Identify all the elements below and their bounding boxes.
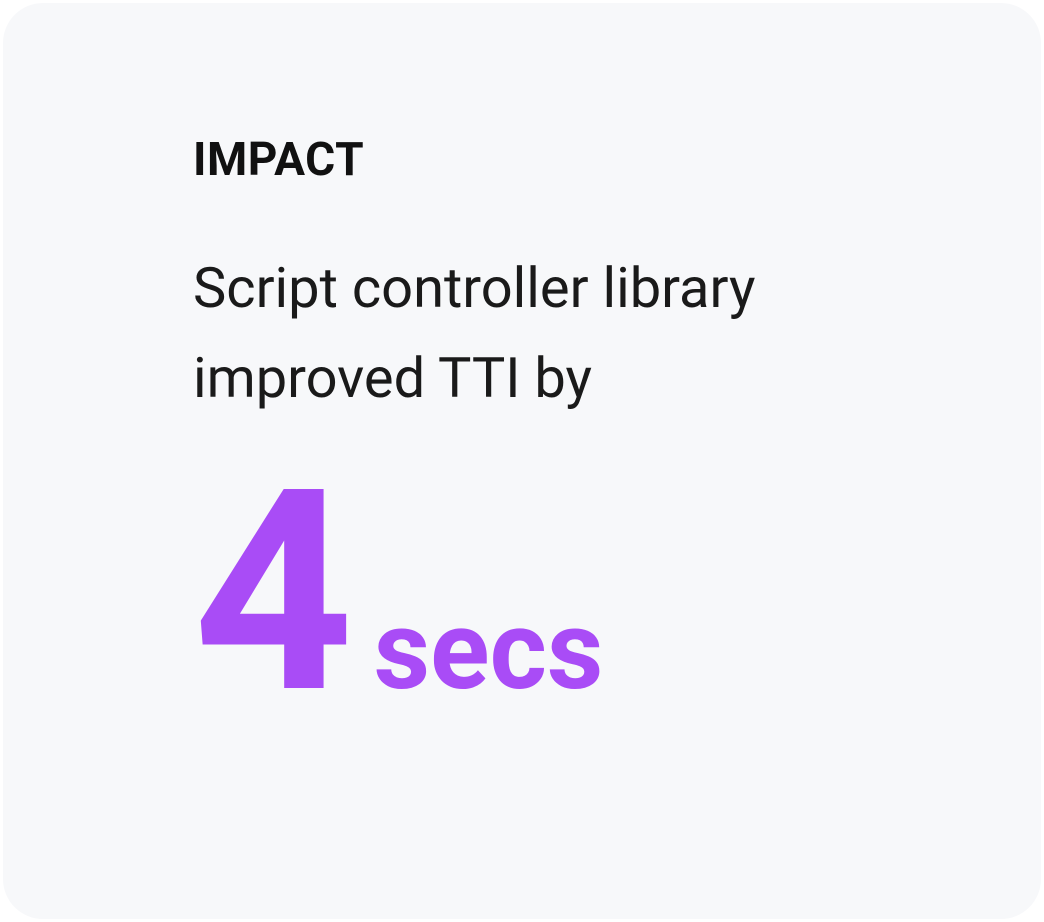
- impact-description: Script controller library improved TTI b…: [193, 244, 891, 423]
- impact-stat: 4 secs: [193, 453, 891, 733]
- stage: IMPACT Script controller library improve…: [0, 0, 1044, 922]
- impact-heading: IMPACT: [193, 133, 891, 188]
- impact-card: IMPACT Script controller library improve…: [3, 3, 1041, 919]
- impact-stat-value: 4: [193, 453, 350, 733]
- impact-stat-unit: secs: [374, 596, 604, 706]
